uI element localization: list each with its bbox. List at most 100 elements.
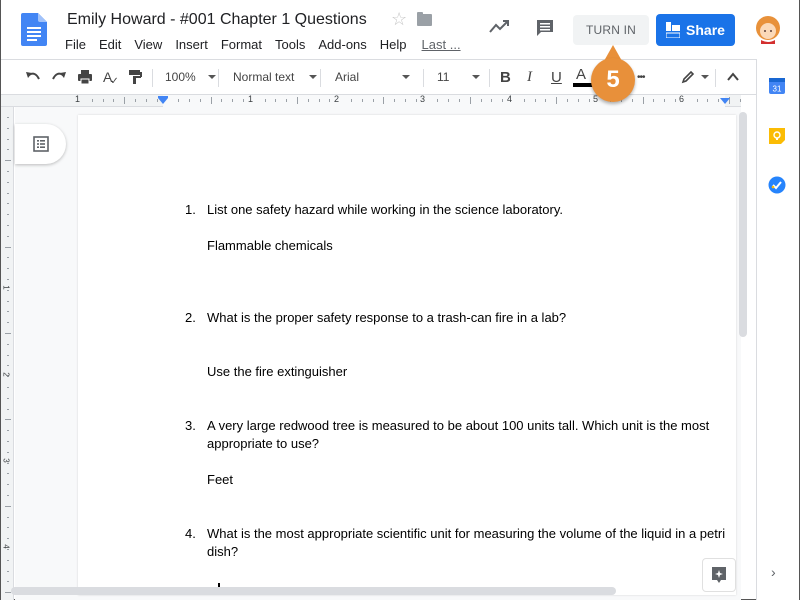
- zoom-select[interactable]: 100%: [165, 60, 216, 94]
- bold-button[interactable]: B: [500, 60, 511, 94]
- more-options-button[interactable]: •••: [637, 60, 645, 94]
- toolbar-separator: [489, 69, 490, 87]
- ruler-tick: [372, 99, 374, 102]
- expand-panel-icon[interactable]: ›: [771, 564, 776, 580]
- vruler-tick: [7, 581, 9, 583]
- answer-text[interactable]: Feet: [207, 471, 233, 489]
- underline-button[interactable]: U: [551, 60, 562, 94]
- document-page[interactable]: 1. List one safety hazard while working …: [78, 115, 736, 595]
- ruler-tick: [523, 99, 525, 102]
- turn-in-button[interactable]: TURN IN: [573, 15, 649, 45]
- calendar-icon[interactable]: 31: [768, 77, 786, 95]
- toolbar-separator: [218, 69, 219, 87]
- left-indent-marker[interactable]: [158, 98, 168, 104]
- italic-button[interactable]: I: [527, 60, 532, 94]
- ruler-tick: [739, 99, 741, 102]
- question-text[interactable]: A very large redwood tree is measured to…: [207, 417, 727, 453]
- undo-icon[interactable]: [25, 69, 41, 85]
- ruler-tick: [189, 99, 190, 102]
- user-avatar[interactable]: [753, 14, 783, 44]
- activity-trend-icon[interactable]: [489, 18, 511, 34]
- menu-view[interactable]: View: [134, 37, 162, 52]
- last-edit-link[interactable]: Last ...: [422, 37, 461, 52]
- ruler-tick: [243, 99, 244, 102]
- paint-format-icon[interactable]: [128, 69, 142, 85]
- editing-mode-icon[interactable]: [681, 70, 695, 84]
- collapse-toolbar-icon[interactable]: [727, 71, 739, 83]
- text-color-indicator: [573, 83, 593, 87]
- vruler-tick: [5, 160, 11, 162]
- menu-file[interactable]: File: [65, 37, 86, 52]
- vruler-tick: [7, 516, 9, 518]
- font-size-select[interactable]: 11: [437, 60, 481, 94]
- comment-icon[interactable]: [536, 19, 554, 37]
- share-button[interactable]: Share: [656, 14, 735, 46]
- vertical-scrollbar[interactable]: [739, 112, 747, 337]
- ruler-tick: [102, 99, 104, 102]
- menu-addons[interactable]: Add-ons: [318, 37, 366, 52]
- spellcheck-icon[interactable]: A ✓: [103, 60, 119, 94]
- vruler-tick: [5, 505, 11, 507]
- menu-insert[interactable]: Insert: [175, 37, 208, 52]
- vruler-tick: [7, 117, 9, 118]
- ruler-tick: [178, 99, 180, 102]
- ruler-label: 1: [248, 94, 254, 104]
- horizontal-ruler[interactable]: 1 1 2 3 4 5 6: [1, 94, 741, 107]
- ruler-tick: [394, 99, 396, 102]
- ruler-tick: [91, 99, 93, 102]
- ruler-tick: [588, 99, 590, 102]
- chevron-down-icon[interactable]: [701, 75, 709, 79]
- answer-text[interactable]: Use the fire extinguisher: [207, 363, 347, 381]
- question-text[interactable]: What is the proper safety response to a …: [207, 309, 727, 327]
- ruler-tick: [502, 99, 504, 102]
- vruler-tick: [7, 462, 9, 464]
- explore-button[interactable]: [702, 558, 736, 592]
- vruler-tick: [7, 495, 9, 496]
- ruler-label: 4: [507, 94, 513, 104]
- font-size-value: 11: [437, 70, 450, 84]
- ruler-tick: [124, 97, 126, 104]
- vruler-tick: [7, 343, 9, 345]
- vruler-tick: [7, 322, 9, 324]
- vruler-tick: [7, 527, 9, 529]
- ruler-tick: [469, 97, 471, 104]
- paragraph-style-select[interactable]: Normal text: [233, 60, 318, 94]
- document-title[interactable]: Emily Howard - #001 Chapter 1 Questions: [67, 11, 367, 29]
- ruler-tick: [653, 99, 655, 102]
- vruler-tick: [7, 181, 9, 183]
- print-icon[interactable]: [77, 69, 93, 85]
- redo-icon[interactable]: [51, 69, 67, 85]
- answer-text[interactable]: Flammable chemicals: [207, 237, 333, 255]
- toolbar-separator: [320, 69, 321, 87]
- folder-icon[interactable]: [417, 12, 432, 26]
- menu-help[interactable]: Help: [380, 37, 407, 52]
- question-number: 4.: [185, 526, 196, 541]
- keep-icon[interactable]: [768, 127, 786, 145]
- vruler-tick: [7, 289, 9, 291]
- vruler-tick: [7, 354, 9, 356]
- star-icon[interactable]: ☆: [391, 9, 407, 30]
- ruler-tick: [664, 99, 666, 102]
- question-text[interactable]: What is the most appropriate scientific …: [207, 525, 727, 561]
- menu-tools[interactable]: Tools: [275, 37, 305, 52]
- vruler-tick: [7, 225, 9, 226]
- right-indent-marker[interactable]: [720, 98, 730, 104]
- menu-edit[interactable]: Edit: [99, 37, 121, 52]
- vruler-label: 3: [1, 458, 11, 463]
- horizontal-scrollbar[interactable]: [11, 587, 616, 595]
- vruler-tick: [7, 473, 9, 475]
- vruler-tick: [7, 138, 9, 140]
- app-header: Emily Howard - #001 Chapter 1 Questions …: [1, 0, 799, 59]
- ruler-tick: [232, 99, 234, 102]
- ruler-tick: [210, 97, 212, 104]
- ruler-tick: [675, 99, 676, 102]
- font-family-select[interactable]: Arial: [335, 60, 411, 94]
- document-outline-button[interactable]: [15, 124, 66, 164]
- tasks-icon[interactable]: [768, 176, 786, 194]
- vruler-tick: [7, 549, 9, 550]
- menu-format[interactable]: Format: [221, 37, 262, 52]
- ruler-tick: [199, 99, 201, 102]
- question-text[interactable]: List one safety hazard while working in …: [207, 201, 727, 219]
- vruler-tick: [5, 246, 11, 248]
- docs-logo-icon[interactable]: [21, 13, 47, 46]
